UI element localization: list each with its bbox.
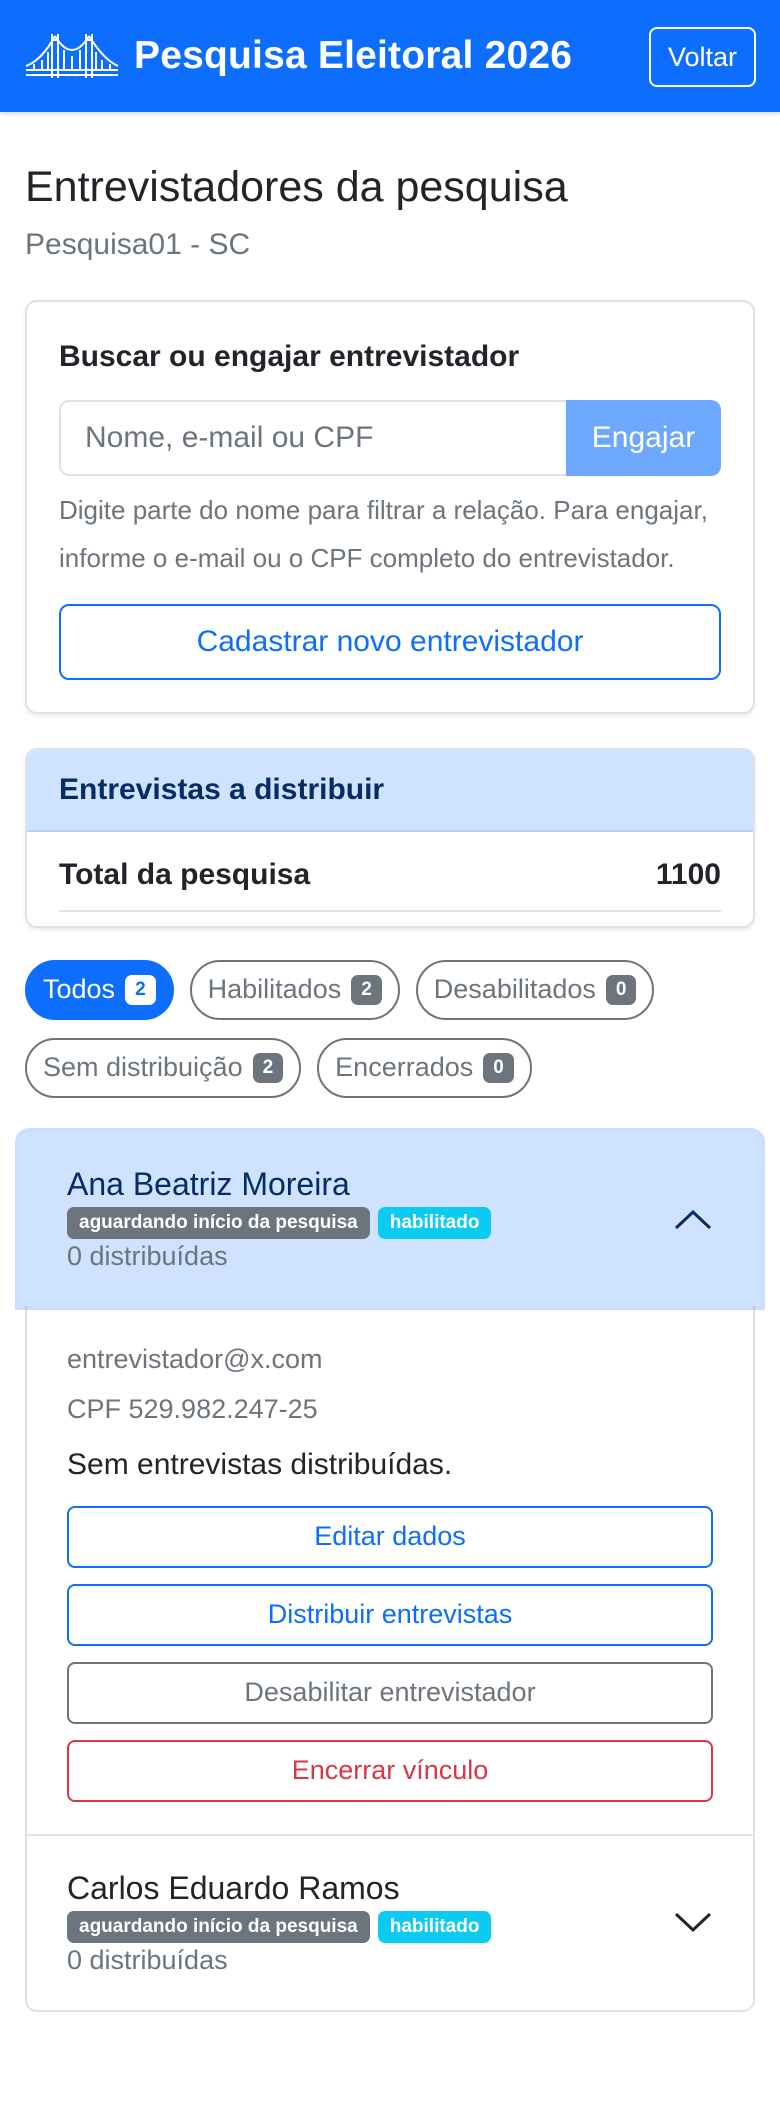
- filter-count: 0: [483, 1052, 514, 1083]
- distributed-count: 0 distribuídas: [67, 1240, 228, 1271]
- total-label: Total da pesquisa: [59, 857, 311, 891]
- distributed-count: 0 distribuídas: [67, 1944, 228, 1975]
- search-help-text: Digite parte do nome para filtrar a rela…: [59, 494, 708, 573]
- no-distribution-text: Sem entrevistas distribuídas.: [67, 1447, 453, 1481]
- distribution-total-row: Total da pesquisa 1100: [59, 832, 721, 912]
- filter-count: 2: [125, 974, 156, 1005]
- interviewer-details: entrevistador@x.com CPF 529.982.247-25 S…: [27, 1306, 753, 1834]
- filter-todos[interactable]: Todos 2: [25, 959, 174, 1020]
- distribution-card: Entrevistas a distribuir Total da pesqui…: [25, 747, 755, 928]
- chevron-down-icon: [674, 1912, 712, 1932]
- end-link-button[interactable]: Encerrar vínculo: [67, 1739, 713, 1802]
- search-input[interactable]: [59, 399, 566, 476]
- filter-label: Desabilitados: [433, 974, 596, 1005]
- filter-habilitados[interactable]: Habilitados 2: [189, 959, 400, 1020]
- page-title: Entrevistadores da pesquisa: [25, 163, 568, 211]
- filter-label: Todos: [43, 974, 116, 1005]
- main-content: Entrevistadores da pesquisa Pesquisa01 -…: [0, 162, 780, 2012]
- filter-label: Sem distribuição: [43, 1052, 243, 1083]
- search-card: Buscar ou engajar entrevistador Engajar …: [25, 299, 755, 714]
- page-subtitle: Pesquisa01 - SC: [25, 227, 251, 261]
- interviewer-name: Carlos Eduardo Ramos: [67, 1869, 400, 1906]
- edit-data-button[interactable]: Editar dados: [67, 1505, 713, 1568]
- status-badge: aguardando início da pesquisa: [67, 1910, 370, 1943]
- engage-button[interactable]: Engajar: [566, 399, 721, 476]
- interviewer-email: entrevistador@x.com: [67, 1343, 323, 1374]
- filter-desabilitados[interactable]: Desabilitados 0: [415, 959, 655, 1020]
- interviewer-accordion: Ana Beatriz Moreira aguardando início da…: [19, 1131, 761, 2012]
- search-input-group: Engajar: [59, 399, 721, 476]
- status-badge: aguardando início da pesquisa: [67, 1206, 370, 1239]
- search-heading: Buscar ou engajar entrevistador: [59, 339, 520, 373]
- filter-count: 2: [351, 974, 382, 1005]
- bridge-logo-icon: [25, 34, 119, 78]
- interviewer-header[interactable]: Carlos Eduardo Ramos aguardando início d…: [27, 1836, 753, 2010]
- back-button[interactable]: Voltar: [649, 27, 756, 87]
- filter-label: Encerrados: [335, 1052, 474, 1083]
- distribution-heading: Entrevistas a distribuir: [27, 749, 753, 832]
- chevron-up-icon: [674, 1209, 712, 1229]
- disable-interviewer-button[interactable]: Desabilitar entrevistador: [67, 1661, 713, 1724]
- filter-label: Habilitados: [207, 974, 342, 1005]
- filter-count: 2: [252, 1052, 284, 1083]
- interviewer-cpf: CPF 529.982.247-25: [67, 1393, 318, 1424]
- enabled-badge: habilitado: [377, 1910, 492, 1943]
- filter-count: 0: [605, 974, 637, 1005]
- filter-sem-distribuicao[interactable]: Sem distribuição 2: [25, 1037, 302, 1098]
- status-filters: Todos 2 Habilitados 2 Desabilitados 0 Se…: [25, 959, 755, 1098]
- interviewer-name: Ana Beatriz Moreira: [67, 1165, 350, 1202]
- distribute-interviews-button[interactable]: Distribuir entrevistas: [67, 1583, 713, 1646]
- interviewer-item: Ana Beatriz Moreira aguardando início da…: [19, 1131, 761, 1834]
- register-interviewer-button[interactable]: Cadastrar novo entrevistador: [59, 603, 721, 680]
- top-navbar: Pesquisa Eleitoral 2026 Voltar: [0, 0, 780, 112]
- interviewer-item: Carlos Eduardo Ramos aguardando início d…: [27, 1833, 753, 2010]
- enabled-badge: habilitado: [377, 1206, 492, 1239]
- interviewer-header[interactable]: Ana Beatriz Moreira aguardando início da…: [19, 1131, 761, 1306]
- app-title: Pesquisa Eleitoral 2026: [134, 34, 573, 77]
- total-value: 1100: [655, 857, 721, 891]
- filter-encerrados[interactable]: Encerrados 0: [317, 1037, 532, 1098]
